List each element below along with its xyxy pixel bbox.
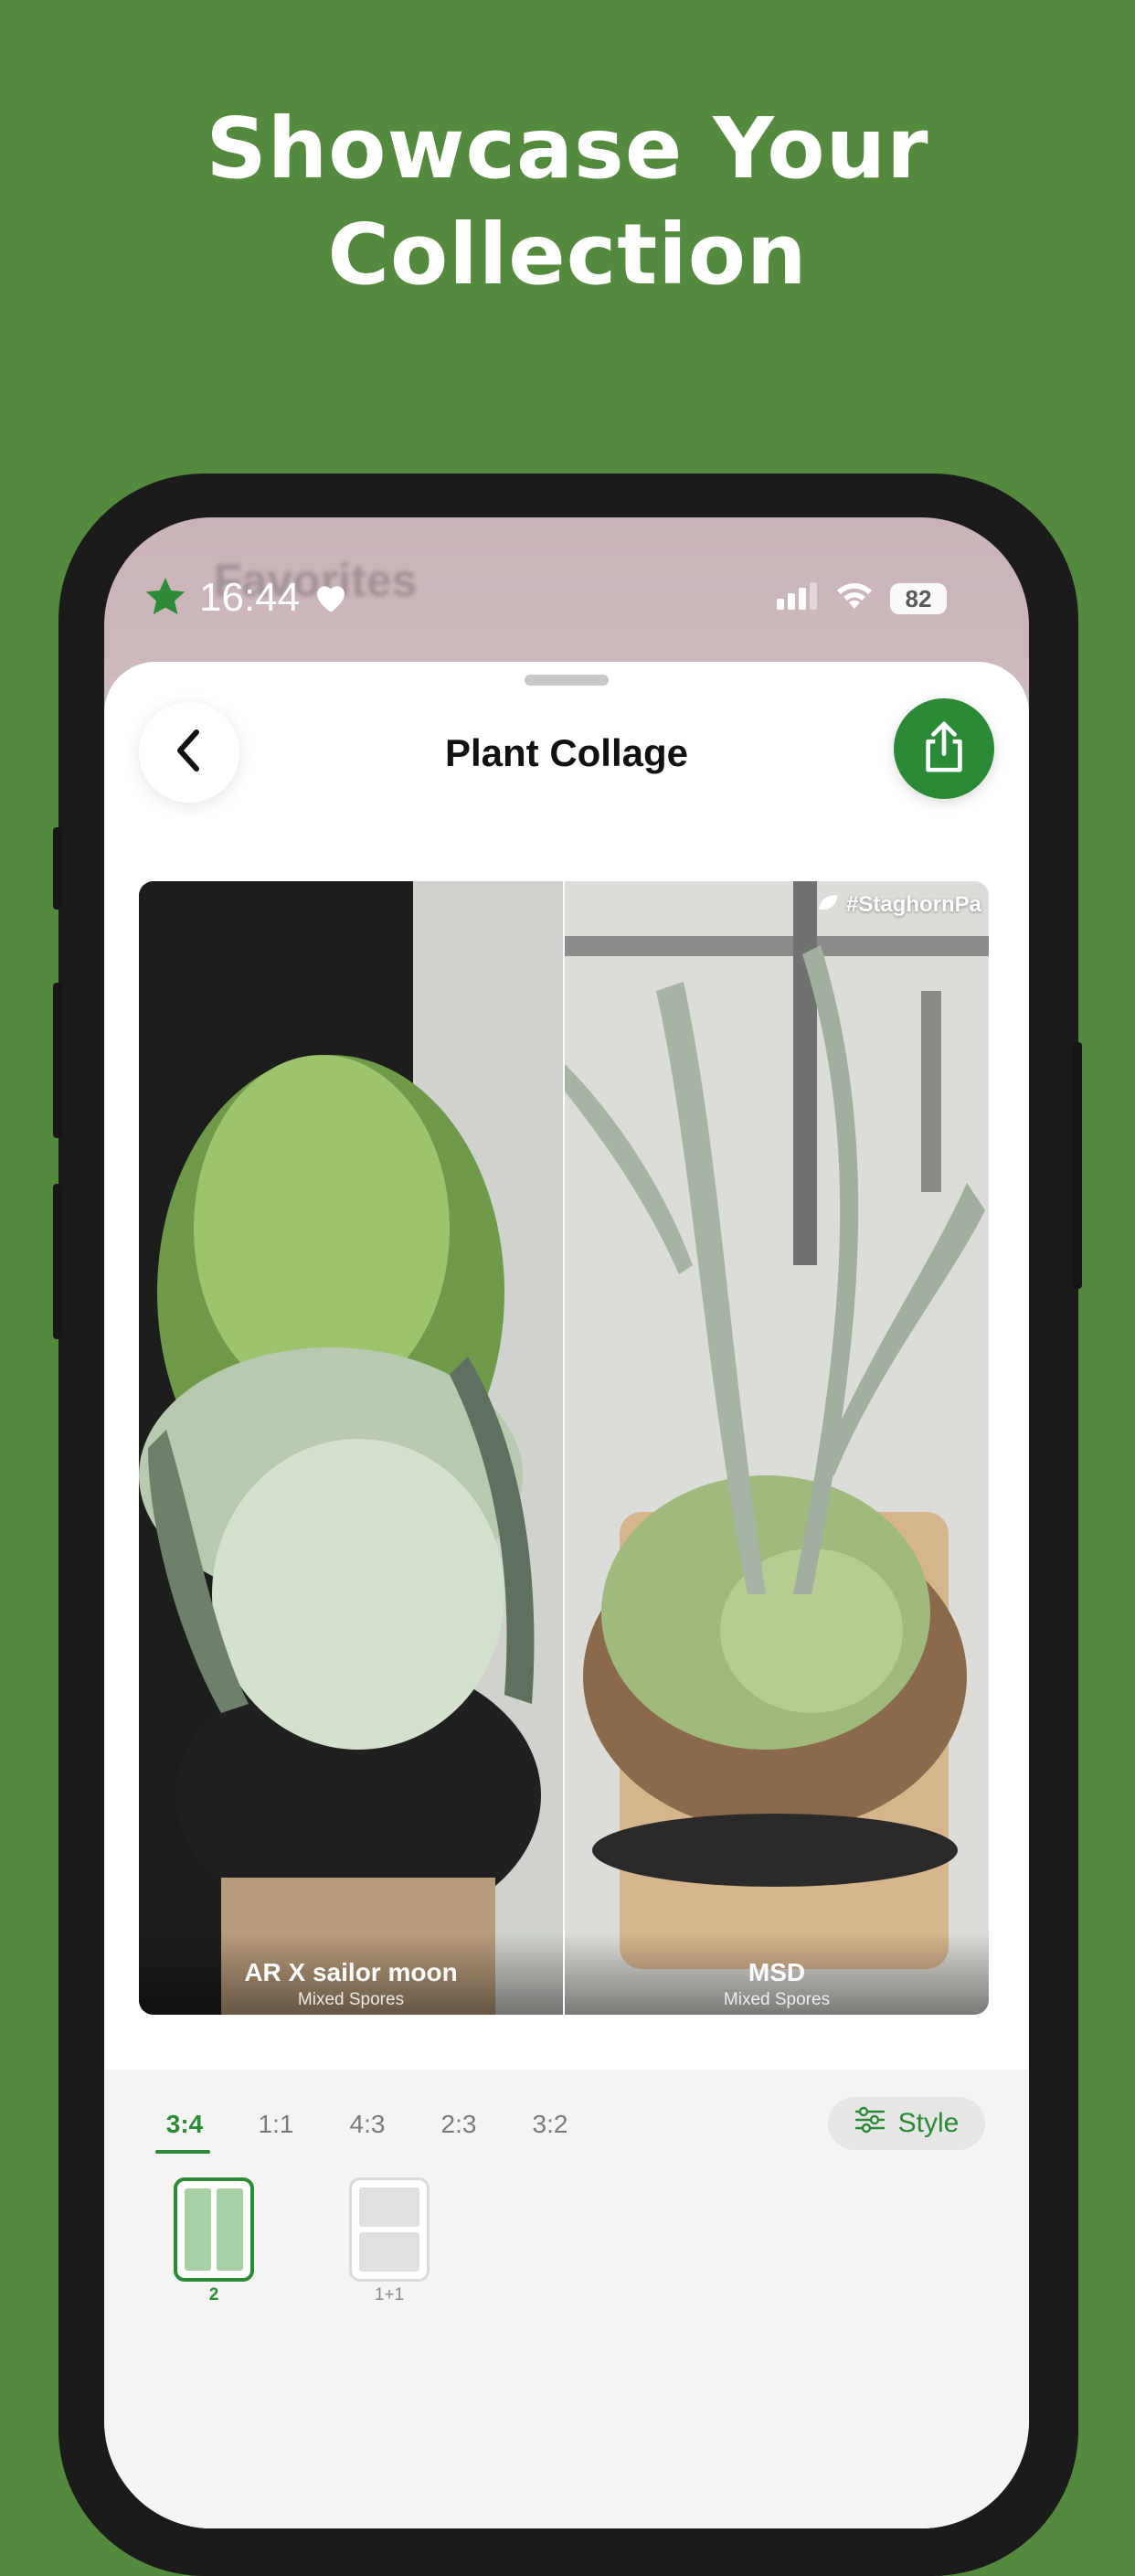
- wifi-icon: [835, 581, 874, 615]
- panel-caption-right: MSD Mixed Spores: [565, 1956, 989, 2011]
- ratio-tab-4-3[interactable]: 4:3: [322, 2104, 413, 2145]
- ratio-tab-2-3[interactable]: 2:3: [413, 2104, 504, 2145]
- phone-volume-up: [53, 983, 62, 1138]
- collage-sheet: Plant Collage AR X sailor moon Mixed Spo…: [104, 662, 1029, 2528]
- style-button-label: Style: [897, 2108, 960, 2138]
- collage-preview[interactable]: AR X sailor moon Mixed Spores #StaghornP…: [139, 881, 989, 2015]
- collage-panel-right[interactable]: #StaghornPa MSD Mixed Spores: [563, 881, 989, 2015]
- plant-photo-right: [565, 881, 989, 2015]
- layout-cell: [359, 2232, 419, 2272]
- collage-panel-left[interactable]: AR X sailor moon Mixed Spores: [139, 881, 563, 2015]
- leaf-icon: [817, 892, 839, 918]
- phone-volume-down: [53, 1184, 62, 1339]
- hashtag-watermark: #StaghornPa: [817, 892, 981, 918]
- cellular-signal-icon: [777, 582, 819, 614]
- layout-option-2[interactable]: 2: [174, 2177, 254, 2309]
- plant-photo-left: [139, 881, 563, 2015]
- plant-name-left: AR X sailor moon: [244, 1958, 458, 1986]
- layout-option-1-plus-1[interactable]: 1+1: [349, 2177, 430, 2309]
- heart-icon: [313, 580, 349, 619]
- star-icon: [143, 574, 188, 624]
- ratio-tab-3-2[interactable]: 3:2: [504, 2104, 596, 2145]
- watermark-text: #StaghornPa: [845, 892, 981, 917]
- share-icon: [920, 720, 968, 778]
- page-title: Plant Collage: [444, 731, 689, 774]
- phone-power-button: [1073, 1042, 1082, 1289]
- share-button[interactable]: [894, 698, 994, 799]
- layout-label: 1+1: [374, 2285, 405, 2305]
- plant-subtitle-left: Mixed Spores: [297, 1990, 405, 2009]
- sliders-icon: [854, 2106, 886, 2141]
- collage-controls: 3:4 1:1 4:3 2:3 3:2 Style 2 1+1: [104, 2070, 1029, 2528]
- promo-headline: Showcase Your Collection: [0, 96, 1135, 308]
- sheet-grabber[interactable]: [525, 675, 609, 686]
- panel-caption-left: AR X sailor moon Mixed Spores: [139, 1956, 563, 2011]
- layout-thumbnail-split-horizontal: [349, 2177, 430, 2282]
- promo-headline-line2: Collection: [327, 206, 808, 303]
- layout-thumbnail-split-vertical: [174, 2177, 254, 2282]
- phone-silent-switch: [53, 827, 62, 910]
- layout-cell: [185, 2188, 211, 2271]
- layout-label: 2: [208, 2285, 219, 2305]
- layout-cell: [217, 2188, 243, 2271]
- aspect-ratio-tabs: 3:4 1:1 4:3 2:3 3:2: [139, 2104, 596, 2154]
- layout-cell: [359, 2187, 419, 2227]
- status-bar: 16:44 82: [104, 570, 1029, 625]
- plant-name-right: MSD: [748, 1958, 806, 1986]
- status-time: 16:44: [199, 575, 301, 620]
- battery-indicator: 82: [890, 582, 947, 614]
- phone-screen: Favorites 16:44 82 Plant Collage AR X sa…: [104, 517, 1029, 2528]
- promo-headline-line1: Showcase Your: [206, 100, 929, 197]
- status-indicators: 82: [777, 581, 947, 615]
- ratio-tab-3-4[interactable]: 3:4: [139, 2104, 230, 2154]
- style-button[interactable]: Style: [828, 2097, 985, 2150]
- ratio-tab-1-1[interactable]: 1:1: [230, 2104, 322, 2145]
- plant-subtitle-right: Mixed Spores: [723, 1990, 831, 2009]
